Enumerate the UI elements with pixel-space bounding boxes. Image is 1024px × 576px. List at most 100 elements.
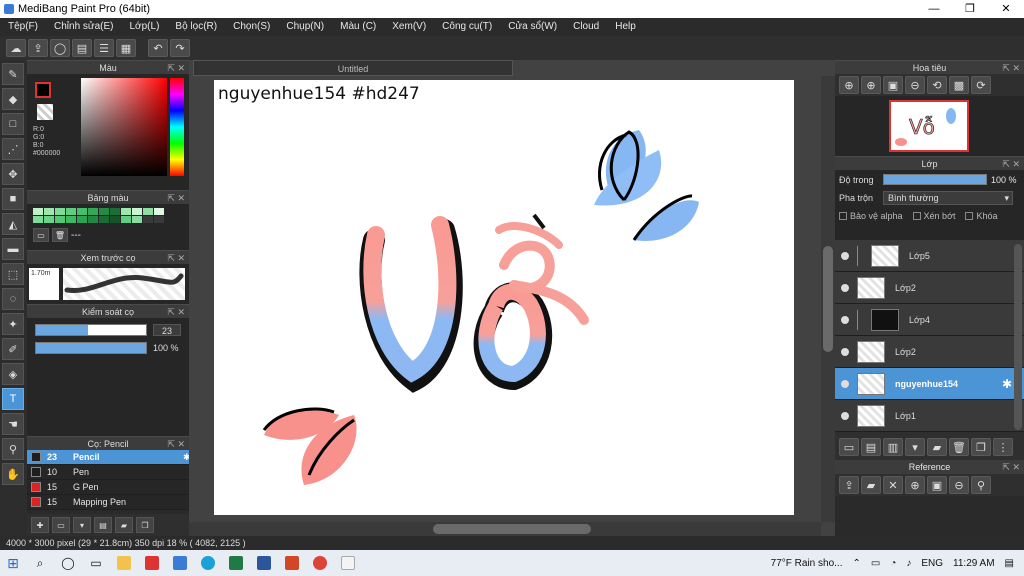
panel-controls-icon[interactable]: ⇱ ✕ <box>167 437 185 451</box>
chrome-icon[interactable] <box>306 550 334 576</box>
minimize-button[interactable]: — <box>916 0 952 18</box>
reset-view-icon[interactable]: ▩ <box>949 76 969 94</box>
brush-item-pencil[interactable]: 23 Pencil ✱ <box>27 450 191 465</box>
blend-mode-select[interactable]: Bình thường ▾ <box>883 191 1013 205</box>
zoom-out-icon[interactable]: ⊖ <box>905 76 925 94</box>
layer-opacity-slider[interactable] <box>883 174 987 185</box>
select-pen-tool-icon[interactable]: ✐ <box>2 338 24 360</box>
brush-size-slider[interactable] <box>35 324 147 336</box>
layer-row[interactable]: Lớp5 <box>835 240 1024 272</box>
reference-eyedropper-icon[interactable]: ⚲ <box>971 476 991 494</box>
new-layer-icon[interactable]: ▭ <box>839 438 859 456</box>
new-layer-8bit-icon[interactable]: ▤ <box>861 438 881 456</box>
fill-rect-tool-icon[interactable]: ■ <box>2 188 24 210</box>
menu-filter[interactable]: Bộ lọc(R) <box>167 18 225 36</box>
clipping-checkbox[interactable]: Xén bớt <box>912 211 955 221</box>
panel-icon[interactable]: ▤ <box>72 39 92 57</box>
close-reference-icon[interactable]: ✕ <box>883 476 903 494</box>
palette-swatches[interactable] <box>33 208 183 223</box>
layer-row[interactable]: Lớp1 <box>835 400 1024 432</box>
eye-icon[interactable] <box>841 379 849 388</box>
zoom-in-icon[interactable]: ⊕ <box>839 76 859 94</box>
clock[interactable]: 11:29 AM <box>953 558 995 569</box>
panel-controls-icon[interactable]: ⇱ ✕ <box>167 305 185 319</box>
task-view-icon[interactable]: ▭ <box>82 550 110 576</box>
volume-icon[interactable]: ♪ <box>906 558 911 569</box>
brush-tool-icon[interactable]: ✎ <box>2 63 24 85</box>
background-color[interactable] <box>37 104 53 120</box>
powerpoint-icon[interactable] <box>278 550 306 576</box>
menu-view[interactable]: Xem(V) <box>384 18 434 36</box>
open-folder-icon[interactable]: ▰ <box>861 476 881 494</box>
language-indicator[interactable]: ENG <box>921 558 943 569</box>
layer-row[interactable]: Lớp4 <box>835 304 1024 336</box>
gear-icon[interactable]: ✱ <box>1002 377 1012 391</box>
eye-icon[interactable] <box>841 315 849 324</box>
panel-controls-icon[interactable]: ⇱ ✕ <box>1002 460 1020 474</box>
hue-slider[interactable] <box>170 78 184 176</box>
canvas-vertical-scrollbar[interactable] <box>821 76 835 522</box>
foreground-color[interactable] <box>35 82 51 98</box>
redo-button[interactable]: ↷ <box>170 39 190 57</box>
windows-start-icon[interactable]: ⊞ <box>0 550 26 576</box>
canvas-horizontal-scrollbar[interactable] <box>189 522 821 536</box>
grid-icon[interactable]: ▦ <box>116 39 136 57</box>
menu-snap[interactable]: Chụp(N) <box>278 18 332 36</box>
layer-row[interactable]: Lớp2 <box>835 336 1024 368</box>
edge-browser-icon[interactable] <box>194 550 222 576</box>
file-explorer-icon[interactable] <box>110 550 138 576</box>
duplicate-layer-icon[interactable]: ❐ <box>971 438 991 456</box>
brush-size-value[interactable]: 23 <box>153 324 181 336</box>
cloud-icon[interactable]: ☁ <box>6 39 26 57</box>
menu-edit[interactable]: Chỉnh sửa(E) <box>46 18 122 36</box>
comment-icon[interactable]: ◯ <box>50 39 70 57</box>
reference-zoom-in-icon[interactable]: ⊕ <box>905 476 925 494</box>
menu-window[interactable]: Cửa sổ(W) <box>500 18 565 36</box>
new-brush-icon[interactable]: ▭ <box>52 517 70 533</box>
tray-chevron-icon[interactable]: ⌃ <box>852 558 860 569</box>
rotate-right-icon[interactable]: ⟳ <box>971 76 991 94</box>
weather-widget[interactable]: 77°F Rain sho... <box>771 558 843 569</box>
cortana-icon[interactable]: ◯ <box>54 550 82 576</box>
add-brush-icon[interactable]: ✚ <box>31 517 49 533</box>
eye-icon[interactable] <box>841 283 849 292</box>
lasso-tool-icon[interactable]: ◌ <box>2 288 24 310</box>
search-icon[interactable]: ⌕ <box>26 550 54 576</box>
gradient-tool-icon[interactable]: ▬ <box>2 238 24 260</box>
brush-menu-icon[interactable]: ▾ <box>73 517 91 533</box>
delete-layer-icon[interactable]: 🗑 <box>949 438 969 456</box>
horizontal-scroll-thumb[interactable] <box>433 524 591 534</box>
close-button[interactable]: ✕ <box>988 0 1024 18</box>
menu-cloud[interactable]: Cloud <box>565 18 607 36</box>
panel-controls-icon[interactable]: ⇱ ✕ <box>167 251 185 265</box>
list-icon[interactable]: ☰ <box>94 39 114 57</box>
canvas-paper[interactable]: nguyenhue154 #hd247 <box>214 80 794 515</box>
medibang-icon[interactable] <box>334 550 362 576</box>
vertical-scroll-thumb[interactable] <box>823 246 833 352</box>
new-layer-1bit-icon[interactable]: ▥ <box>883 438 903 456</box>
eye-icon[interactable] <box>841 411 849 420</box>
delete-palette-icon[interactable]: 🗑 <box>52 228 68 242</box>
zoom-in-plus-icon[interactable]: ⊕ <box>861 76 881 94</box>
reference-fit-icon[interactable]: ▣ <box>927 476 947 494</box>
navigator-thumbnail[interactable]: Vỗ <box>889 100 969 152</box>
notifications-icon[interactable]: ▤ <box>1005 558 1014 569</box>
text-tool-icon[interactable]: T <box>2 388 24 410</box>
hand-tool-icon[interactable]: ✋ <box>2 463 24 485</box>
app-red-icon[interactable] <box>138 550 166 576</box>
folder-icon[interactable]: ▰ <box>115 517 133 533</box>
menu-layer[interactable]: Lớp(L) <box>122 18 168 36</box>
copy-brush-icon[interactable]: ▤ <box>94 517 112 533</box>
reference-zoom-out-icon[interactable]: ⊖ <box>949 476 969 494</box>
menu-color[interactable]: Màu (C) <box>332 18 384 36</box>
layer-settings-icon[interactable]: ⋮ <box>993 438 1013 456</box>
word-icon[interactable] <box>250 550 278 576</box>
menu-select[interactable]: Chọn(S) <box>225 18 278 36</box>
layer-row[interactable]: Lớp2 <box>835 272 1024 304</box>
upload-icon[interactable]: ⇪ <box>839 476 859 494</box>
panel-controls-icon[interactable]: ⇱ ✕ <box>167 61 185 75</box>
fit-icon[interactable]: ▣ <box>883 76 903 94</box>
operation-tool-icon[interactable]: ☚ <box>2 413 24 435</box>
add-layer-menu-icon[interactable]: ▾ <box>905 438 925 456</box>
eraser-tool-icon[interactable]: ◆ <box>2 88 24 110</box>
